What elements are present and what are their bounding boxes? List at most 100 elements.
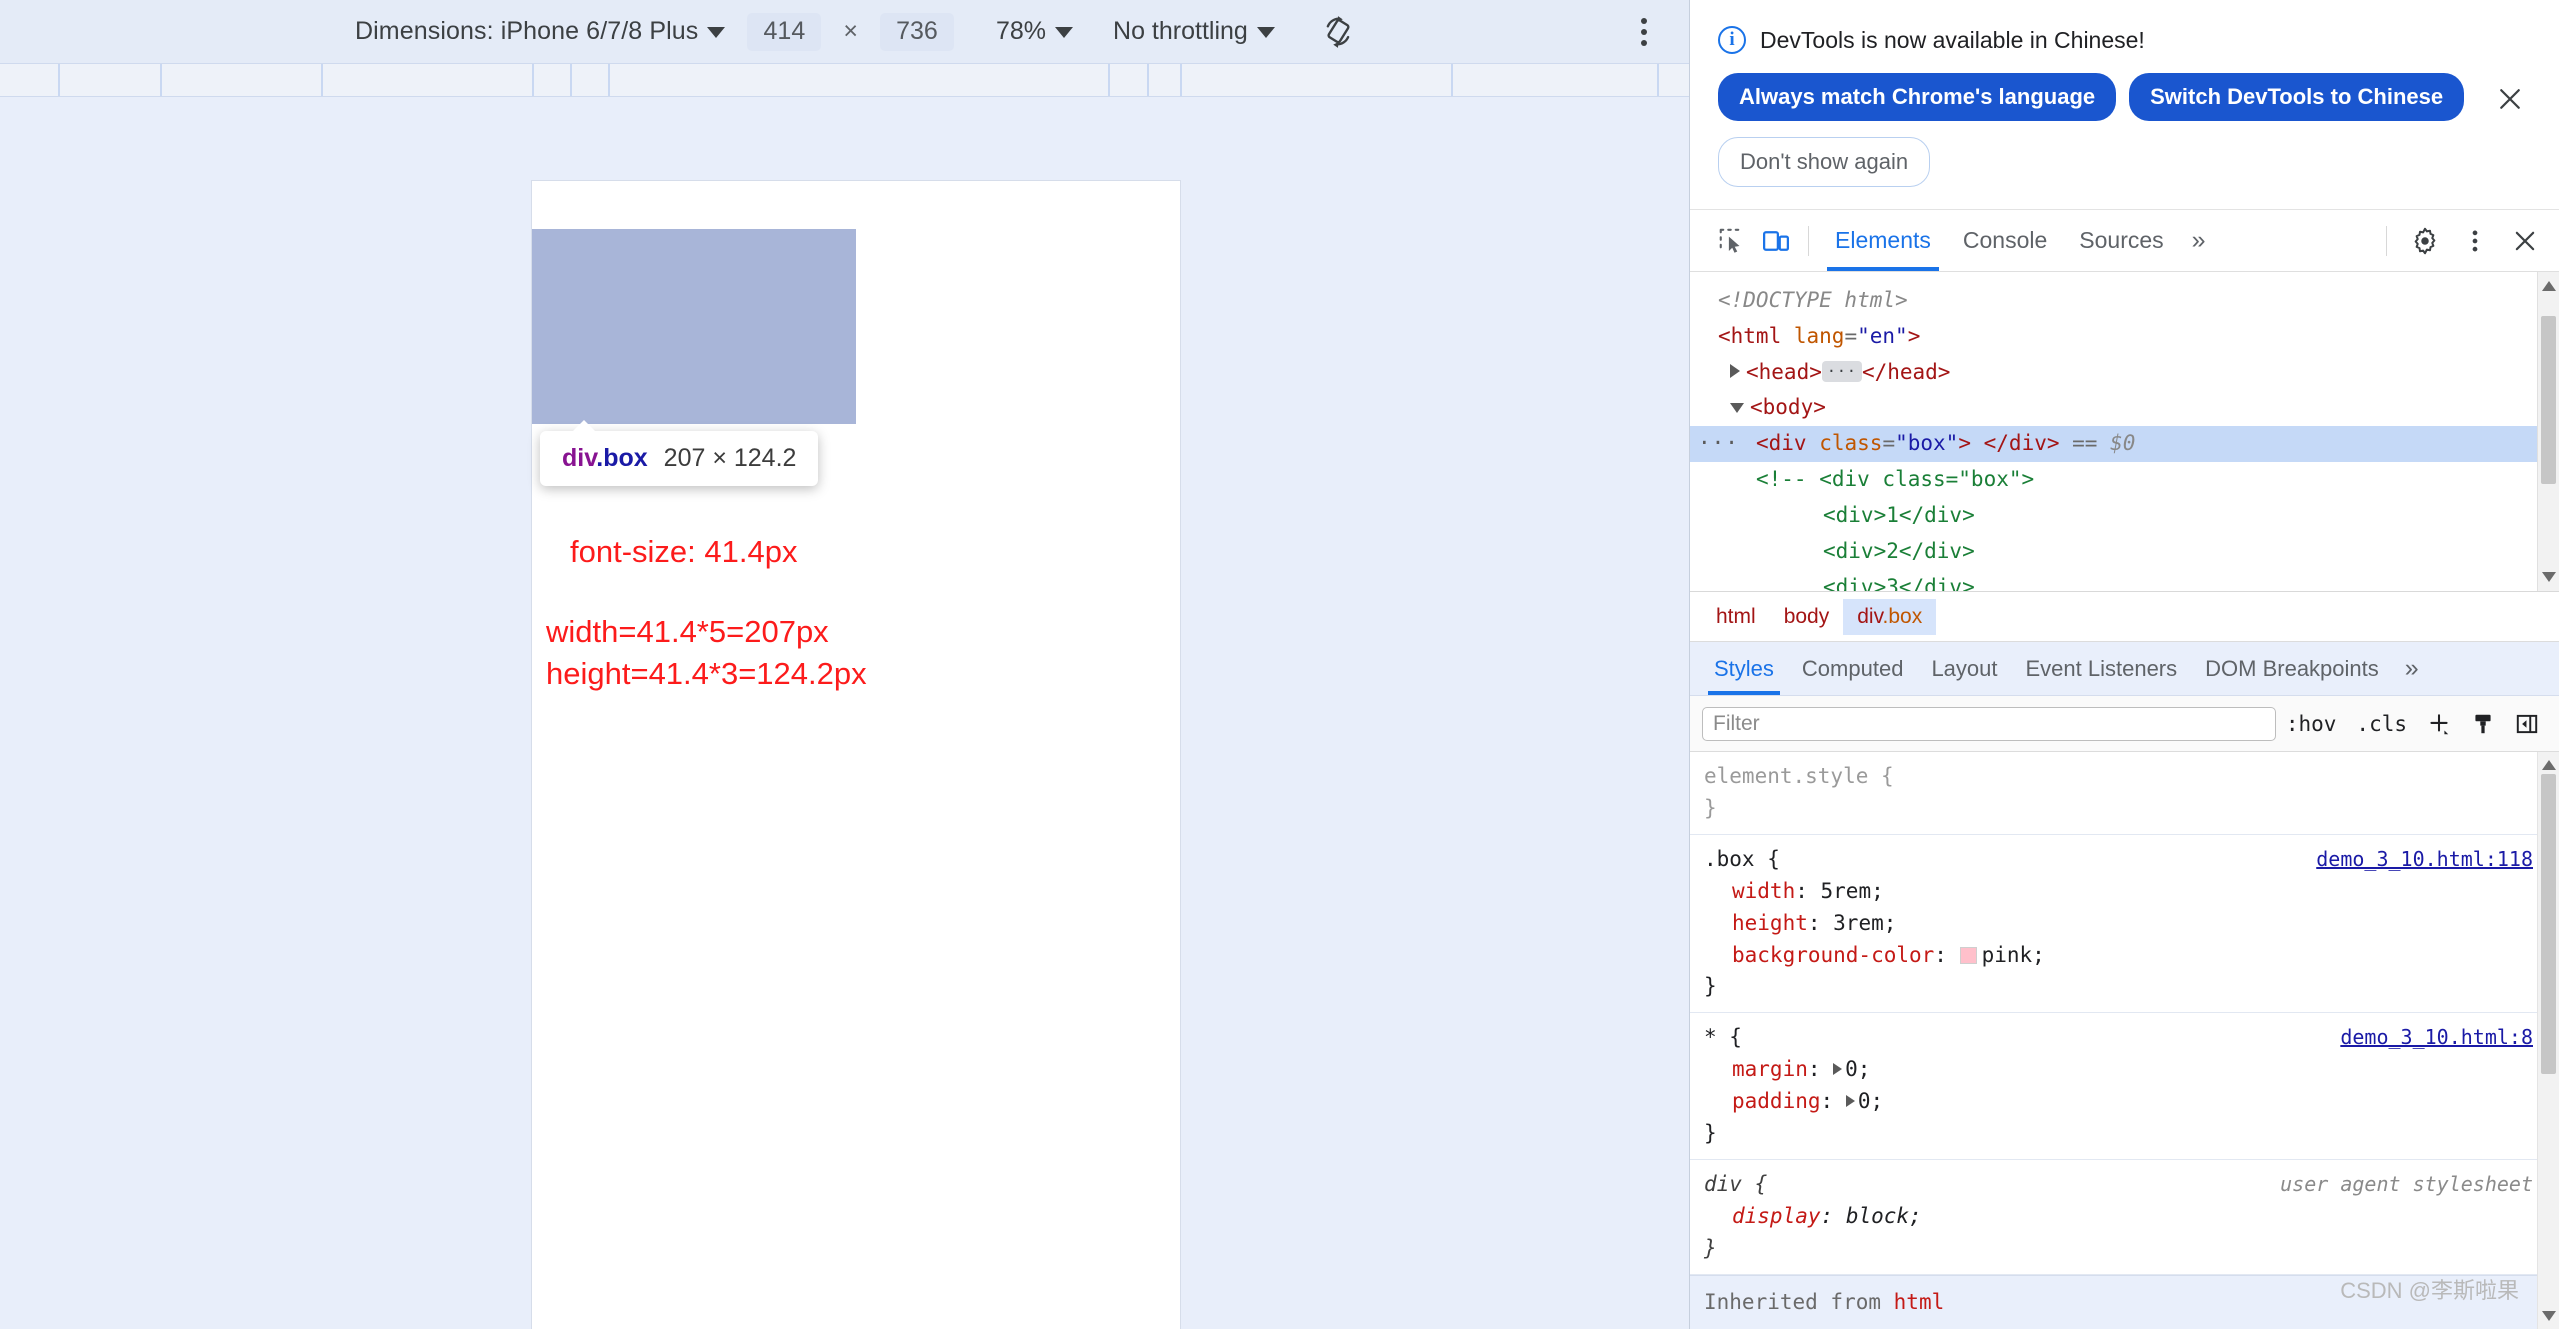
element-highlight-tooltip: div.box 207 × 124.2 [540,420,819,486]
dom-comment-text: <!-- <div class="box"> [1756,467,2035,492]
ruler-tick [321,64,323,96]
viewport-height-input[interactable]: 736 [879,12,954,51]
dom-line-comment-child[interactable]: <div>2</div> [1690,534,2559,570]
element-classes-button[interactable]: .cls [2346,712,2417,736]
viewport-ruler [0,63,1689,97]
styles-more-tabs-button[interactable]: » [2393,654,2431,683]
expand-arrow-icon[interactable] [1730,363,1740,378]
rule-div-source-label: user agent stylesheet [2280,1171,2533,1196]
dom-line-doctype[interactable]: <!DOCTYPE html> [1690,283,2559,319]
rule-universal[interactable]: demo_3_10.html:8 * { margin: 0; padding:… [1690,1013,2559,1160]
toggle-device-toolbar-icon [1763,230,1789,251]
rule-box-source-link[interactable]: demo_3_10.html:118 [2316,844,2533,874]
expand-shorthand-icon[interactable] [1833,1063,1843,1076]
more-tabs-button[interactable]: » [2180,226,2218,255]
scroll-up-icon[interactable] [2541,281,2556,291]
ruler-tick [608,64,610,96]
dom-tree-scrollbar[interactable] [2537,272,2559,591]
device-toolbar-more-button[interactable] [1641,17,1647,46]
dom-line-comment-child[interactable]: <div>3</div> [1690,570,2559,592]
value-width[interactable]: 5rem; [1821,879,1884,903]
value-height[interactable]: 3rem; [1833,911,1896,935]
tab-computed[interactable]: Computed [1788,642,1918,695]
collapse-arrow-icon[interactable] [1730,403,1744,414]
computed-styles-brush-button[interactable] [2461,711,2505,737]
prop-height[interactable]: height [1732,911,1808,935]
tabbar-divider [1808,225,1809,256]
color-swatch-icon[interactable] [1959,946,1977,964]
toggle-sidebar-button[interactable] [2505,711,2549,737]
scroll-down-icon[interactable] [2541,572,2556,582]
throttling-selector[interactable]: No throttling [1113,17,1275,46]
viewport-width-input[interactable]: 414 [747,12,822,51]
notification-message: DevTools is now available in Chinese! [1760,26,2145,53]
dont-show-again-button[interactable]: Don't show again [1718,137,1931,187]
value-padding[interactable]: 0; [1858,1089,1883,1113]
breadcrumb-item-body[interactable]: body [1770,599,1844,635]
rule-box-selector[interactable]: .box { [1704,847,1780,871]
dom-line-head[interactable]: <head> ··· </head> [1690,355,2559,391]
devtools-more-button[interactable] [2453,219,2497,263]
toggle-pseudo-classes-button[interactable]: :hov [2276,712,2347,736]
throttling-label: No throttling [1113,17,1248,45]
styles-rules-list[interactable]: element.style { } demo_3_10.html:118 .bo… [1690,752,2559,1329]
rule-element-style[interactable]: element.style { } [1690,752,2559,835]
dom-line-html[interactable]: <html lang="en"> [1690,319,2559,355]
device-preset-selector[interactable]: Dimensions: iPhone 6/7/8 Plus [355,17,726,46]
dom-line-comment-child[interactable]: <div>1</div> [1690,498,2559,534]
toggle-sidebar-icon [2516,714,2538,733]
switch-to-chinese-button[interactable]: Switch DevTools to Chinese [2129,73,2465,121]
styles-scrollbar[interactable] [2537,752,2559,1329]
rule-box-close-brace: } [1704,974,1717,999]
styles-filter-input[interactable] [1702,706,2276,741]
value-background-color[interactable]: pink; [1982,943,2045,967]
rule-div-user-agent[interactable]: user agent stylesheet div { display: blo… [1690,1160,2559,1275]
breadcrumb-item-html[interactable]: html [1702,599,1770,635]
emulated-viewport[interactable]: div.box 207 × 124.2 font-size: 41.4px wi… [532,181,1180,1329]
collapsed-content-icon[interactable]: ··· [1821,360,1862,382]
tab-sources[interactable]: Sources [2063,210,2179,271]
rotate-device-button[interactable] [1319,13,1357,51]
value-margin[interactable]: 0; [1845,1057,1870,1081]
prop-width[interactable]: width [1732,879,1795,903]
rule-box[interactable]: demo_3_10.html:118 .box { width: 5rem; h… [1690,835,2559,1014]
chevron-down-icon [707,26,726,38]
expand-shorthand-icon[interactable] [1845,1095,1855,1108]
tooltip-selector: div.box [562,444,648,473]
devtools-window: Dimensions: iPhone 6/7/8 Plus 414 × 736 … [0,0,2559,1329]
info-icon: i [1718,26,1746,54]
tab-dom-breakpoints[interactable]: DOM Breakpoints [2191,642,2393,695]
dom-node-menu-icon[interactable]: ··· [1698,429,1739,459]
rule-universal-source-link[interactable]: demo_3_10.html:8 [2340,1022,2533,1052]
close-devtools-button[interactable] [2503,219,2547,263]
tab-console[interactable]: Console [1947,210,2063,271]
close-notification-button[interactable] [2495,84,2525,120]
prop-padding[interactable]: padding [1732,1089,1821,1113]
dom-tree-panel[interactable]: <!DOCTYPE html> <html lang="en"> <head> ·… [1690,272,2559,592]
tab-event-listeners[interactable]: Event Listeners [2012,642,2192,695]
ruler-tick [160,64,162,96]
settings-button[interactable] [2403,219,2447,263]
scroll-down-icon[interactable] [2541,1311,2556,1321]
prop-background-color[interactable]: background-color [1732,943,1934,967]
dom-line-body[interactable]: <body> [1690,390,2559,426]
always-match-language-button[interactable]: Always match Chrome's language [1718,73,2117,121]
tab-styles[interactable]: Styles [1700,642,1788,695]
scroll-up-icon[interactable] [2541,760,2556,770]
highlighted-box-element[interactable] [532,229,856,424]
close-icon [2500,89,2520,109]
zoom-selector[interactable]: 78% [996,17,1074,46]
toggle-device-toolbar-button[interactable] [1754,219,1798,263]
dom-line-selected-div[interactable]: ··· <div class="box"> </div> == $0 [1690,426,2559,463]
inspect-element-button[interactable] [1710,219,1754,263]
new-style-rule-button[interactable] [2417,711,2461,737]
tabbar-divider [2386,225,2387,256]
breadcrumb-item-div-box[interactable]: div.box [1843,598,1937,635]
prop-margin[interactable]: margin [1732,1057,1808,1081]
rule-universal-selector[interactable]: * { [1704,1025,1742,1049]
tab-elements[interactable]: Elements [1819,210,1947,271]
scrollbar-thumb[interactable] [2541,316,2556,484]
dom-line-comment-open[interactable]: <!-- <div class="box"> [1690,462,2559,498]
scrollbar-thumb[interactable] [2541,774,2556,1074]
tab-layout[interactable]: Layout [1917,642,2011,695]
